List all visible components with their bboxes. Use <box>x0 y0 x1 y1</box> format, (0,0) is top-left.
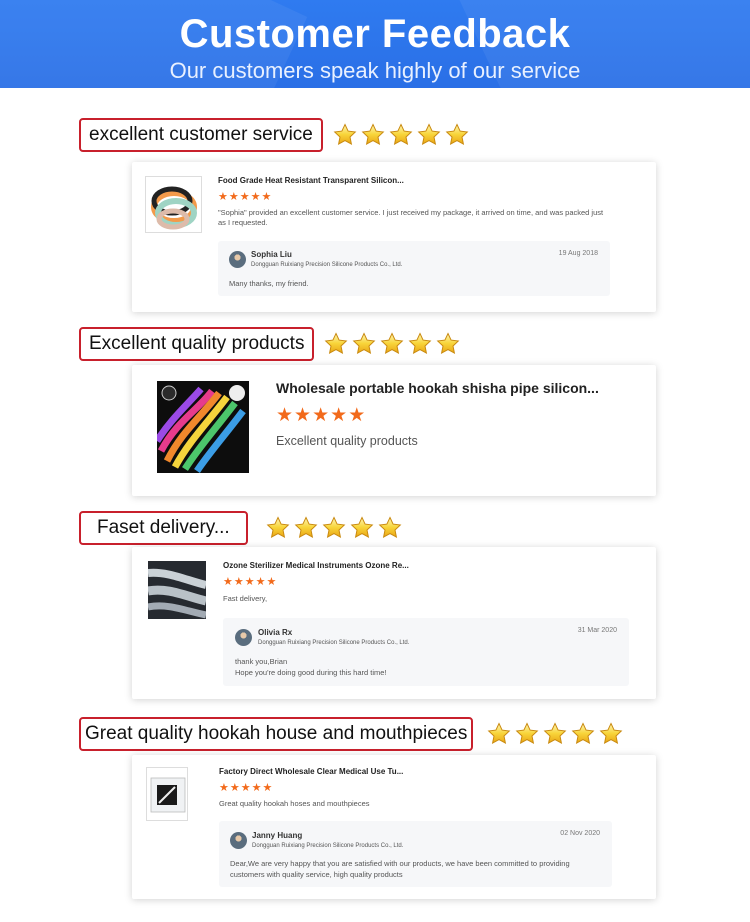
star-icon <box>543 722 567 746</box>
rating-star-icon: ★ <box>250 191 261 203</box>
review-4-headline-row: Great quality hookah house and mouthpiec… <box>79 717 623 751</box>
review-2-product-title[interactable]: Wholesale portable hookah shisha pipe si… <box>276 380 599 396</box>
star-icon <box>352 332 376 356</box>
rating-star-icon: ★ <box>312 405 330 426</box>
star-icon <box>417 123 441 147</box>
review-1-headline-stars <box>333 123 469 147</box>
rating-star-icon: ★ <box>218 191 228 203</box>
star-icon <box>389 123 413 147</box>
review-1-reply: Sophia Liu 19 Aug 2018 Dongguan Ruixiang… <box>218 241 610 296</box>
reply-message-line-2: Hope you're doing good during this hard … <box>235 668 387 677</box>
reply-name: Olivia Rx <box>258 628 293 637</box>
review-3-headline-stars <box>266 516 402 540</box>
medical-tube-pack-image <box>150 777 186 813</box>
reply-date: 19 Aug 2018 <box>558 250 598 257</box>
rating-star-icon: ★ <box>261 191 272 203</box>
reply-date: 02 Nov 2020 <box>560 830 600 837</box>
rating-star-icon: ★ <box>276 405 294 426</box>
rating-star-icon: ★ <box>255 576 266 588</box>
star-icon <box>333 123 357 147</box>
reply-message: Dear,We are very happy that you are sati… <box>230 859 570 879</box>
review-3-card: Ozone Sterilizer Medical Instruments Ozo… <box>132 547 656 699</box>
review-3-product-title[interactable]: Ozone Sterilizer Medical Instruments Ozo… <box>223 561 409 570</box>
review-2-headline: Excellent quality products <box>79 327 315 361</box>
rating-star-icon: ★ <box>251 782 262 794</box>
star-icon <box>350 516 374 540</box>
review-2-headline-row: Excellent quality products <box>79 327 460 361</box>
rating-star-icon: ★ <box>294 405 312 426</box>
banner-subtitle: Our customers speak highly of our servic… <box>169 58 581 83</box>
reply-company: Dongguan Ruixiang Precision Silicone Pro… <box>251 262 403 268</box>
review-1-text: "Sophia" provided an excellent customer … <box>218 208 604 227</box>
star-icon <box>324 332 348 356</box>
star-icon <box>487 722 511 746</box>
rating-star-icon: ★ <box>240 782 251 794</box>
review-3-headline: Faset delivery... <box>79 511 248 545</box>
review-2-headline-stars <box>324 332 460 356</box>
star-icon <box>599 722 623 746</box>
rating-star-icon: ★ <box>219 782 229 794</box>
review-1-product-title[interactable]: Food Grade Heat Resistant Transparent Si… <box>218 176 404 185</box>
review-4-card: Factory Direct Wholesale Clear Medical U… <box>132 755 656 899</box>
reply-message: Many thanks, my friend. <box>229 279 309 288</box>
rating-star-icon: ★ <box>244 576 255 588</box>
star-icon <box>571 722 595 746</box>
reply-name: Sophia Liu <box>251 250 292 259</box>
review-3-text: Fast delivery, <box>223 594 268 603</box>
avatar <box>235 629 252 646</box>
avatar <box>230 832 247 849</box>
star-icon <box>266 516 290 540</box>
rating-star-icon: ★ <box>223 576 233 588</box>
review-3-reply: Olivia Rx 31 Mar 2020 Dongguan Ruixiang … <box>223 618 629 686</box>
star-icon <box>436 332 460 356</box>
rating-star-icon: ★ <box>233 576 244 588</box>
rating-star-icon: ★ <box>239 191 250 203</box>
review-2-product-image[interactable] <box>157 381 249 473</box>
rating-star-icon: ★ <box>348 405 366 426</box>
hookah-hoses-image <box>157 381 249 473</box>
rating-star-icon: ★ <box>262 782 273 794</box>
banner-title: Customer Feedback <box>179 12 571 56</box>
star-icon <box>294 516 318 540</box>
star-icon <box>380 332 404 356</box>
review-4-reply: Janny Huang 02 Nov 2020 Dongguan Ruixian… <box>219 821 612 887</box>
rating-star-icon: ★ <box>266 576 277 588</box>
review-4-product-title[interactable]: Factory Direct Wholesale Clear Medical U… <box>219 767 403 776</box>
star-icon <box>408 332 432 356</box>
star-icon <box>361 123 385 147</box>
review-3-product-image[interactable] <box>148 561 206 619</box>
review-4-product-image[interactable] <box>146 767 188 821</box>
reply-company: Dongguan Ruixiang Precision Silicone Pro… <box>258 640 410 646</box>
reply-date: 31 Mar 2020 <box>577 627 617 634</box>
star-icon <box>445 123 469 147</box>
review-2-card: Wholesale portable hookah shisha pipe si… <box>132 365 656 496</box>
review-3-rating: ★ ★ ★ ★ ★ <box>223 577 276 588</box>
review-2-text: Excellent quality products <box>276 434 418 448</box>
review-4-rating: ★ ★ ★ ★ ★ <box>219 783 272 794</box>
review-3-headline-row: Faset delivery... <box>79 511 402 545</box>
review-4-headline: Great quality hookah house and mouthpiec… <box>79 717 474 751</box>
clear-tubing-image <box>148 561 206 619</box>
reply-message-line-1: thank you,Brian <box>235 657 288 666</box>
reply-name: Janny Huang <box>252 831 303 840</box>
review-1-headline: excellent customer service <box>79 118 323 152</box>
reply-company: Dongguan Ruixiang Precision Silicone Pro… <box>252 843 404 849</box>
review-1-card: Food Grade Heat Resistant Transparent Si… <box>132 162 656 312</box>
review-2-rating: ★ ★ ★ ★ ★ <box>276 406 365 425</box>
star-icon <box>322 516 346 540</box>
rating-star-icon: ★ <box>330 405 348 426</box>
avatar <box>229 251 246 268</box>
feedback-banner: Customer Feedback Our customers speak hi… <box>0 0 750 88</box>
review-1-headline-row: excellent customer service <box>79 118 469 152</box>
review-4-text: Great quality hookah hoses and mouthpiec… <box>219 799 370 808</box>
review-1-product-image[interactable] <box>145 176 202 233</box>
star-icon <box>515 722 539 746</box>
rating-star-icon: ★ <box>228 191 239 203</box>
rating-star-icon: ★ <box>229 782 240 794</box>
silicone-tubes-image <box>151 186 197 230</box>
star-icon <box>378 516 402 540</box>
review-4-headline-stars <box>487 722 623 746</box>
review-1-rating: ★ ★ ★ ★ ★ <box>218 192 271 203</box>
